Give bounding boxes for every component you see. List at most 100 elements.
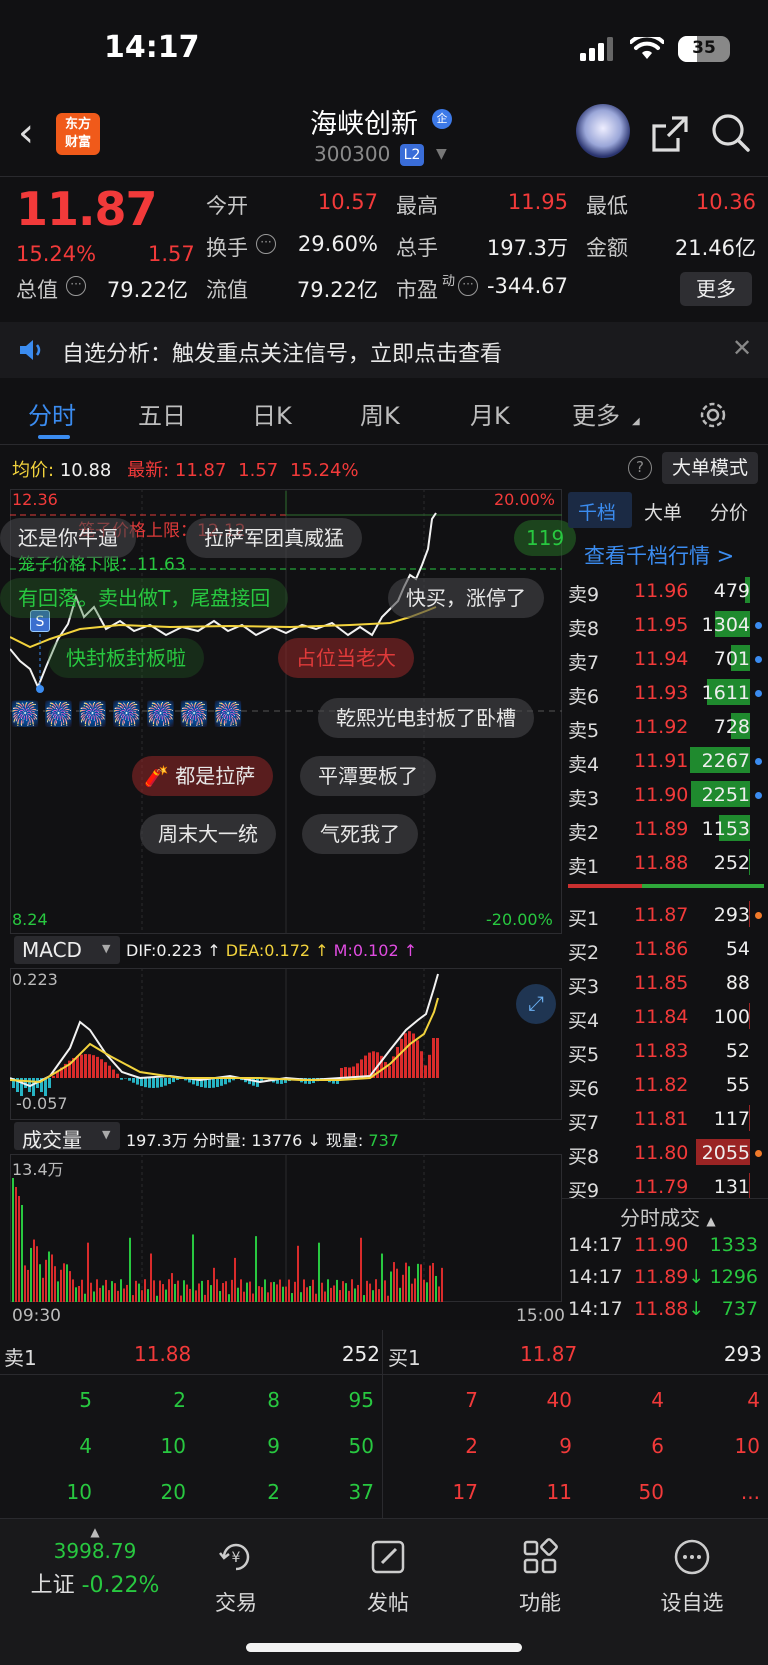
- bid-row[interactable]: 买5 11.83 52: [568, 1034, 764, 1068]
- bid-row[interactable]: 买2 11.86 54: [568, 932, 764, 966]
- gear-icon[interactable]: [696, 398, 730, 432]
- nav-label: 发帖: [367, 1591, 409, 1615]
- tab-five-day[interactable]: 五日: [138, 396, 186, 431]
- big-order-mode-button[interactable]: 大单模式: [662, 452, 758, 484]
- level-label: 卖3: [568, 788, 600, 810]
- danmaku-bubble[interactable]: 占位当老大: [278, 638, 414, 678]
- ask-row[interactable]: 卖6 11.93 1611: [568, 676, 764, 710]
- queue-buy-cell: 2: [465, 1434, 478, 1458]
- volume-bar: [129, 1237, 131, 1302]
- tab-daily-k[interactable]: 日K: [252, 396, 292, 431]
- robot-assistant-icon[interactable]: [576, 104, 630, 158]
- danmaku-bubble[interactable]: 气死我了: [302, 814, 418, 854]
- danmaku-bubble[interactable]: 🧨 都是拉萨: [132, 756, 274, 796]
- nav-functions[interactable]: 功能: [490, 1537, 590, 1617]
- level2-badge[interactable]: L2: [400, 144, 424, 166]
- ask-row[interactable]: 卖1 11.88 252: [568, 846, 764, 880]
- amount-value: 21.46亿: [674, 236, 756, 260]
- nav-label: 设自选: [660, 1591, 724, 1615]
- tab-depth[interactable]: 千档: [578, 498, 616, 525]
- bid-row[interactable]: 买8 11.80 2055: [568, 1136, 764, 1170]
- queue-sell-cell: 37: [348, 1480, 374, 1504]
- volume-max-value: 13.4万: [12, 1160, 64, 1179]
- level-volume: 54: [725, 938, 750, 960]
- ticks-title[interactable]: 分时成交 ▲: [620, 1202, 716, 1231]
- status-dot: [755, 656, 762, 663]
- ask-row[interactable]: 卖9 11.96 479: [568, 574, 764, 608]
- ask-row[interactable]: 卖5 11.92 728: [568, 710, 764, 744]
- queue-buy-vol: 293: [723, 1342, 762, 1366]
- danmaku-bubble[interactable]: 乾熙光电封板了卧槽: [318, 698, 534, 738]
- bid-row[interactable]: 买3 11.85 88: [568, 966, 764, 1000]
- bid-row[interactable]: 买4 11.84 100: [568, 1000, 764, 1034]
- dropdown-arrow-icon[interactable]: ▼: [436, 146, 447, 162]
- status-time: 14:17: [104, 30, 200, 65]
- level-volume: 117: [713, 1108, 750, 1130]
- app-logo[interactable]: 东方 财富: [56, 113, 100, 155]
- search-icon[interactable]: [710, 112, 752, 154]
- tab-price-dist[interactable]: 分价: [710, 498, 748, 525]
- tab-monthly-k[interactable]: 月K: [470, 396, 510, 431]
- macd-bar: [96, 1056, 99, 1078]
- notice-bar[interactable]: 自选分析：触发重点关注信号，立即点击查看 ✕: [0, 322, 768, 378]
- volume-bar: [252, 1293, 254, 1302]
- close-icon[interactable]: ✕: [732, 334, 752, 362]
- nav-post[interactable]: 发帖: [338, 1537, 438, 1617]
- high-label: 最高: [396, 194, 438, 218]
- more-button[interactable]: 更多: [680, 272, 752, 306]
- share-icon[interactable]: [650, 114, 690, 154]
- queue-sell-cell: 8: [267, 1388, 280, 1412]
- danmaku-bubble[interactable]: 有回落。卖出做T，尾盘接回: [0, 578, 289, 618]
- queue-sell-vol: 252: [341, 1342, 380, 1366]
- danmaku-bubble[interactable]: 平潭要板了: [300, 756, 436, 796]
- danmaku-bubble[interactable]: 还是你牛逼: [0, 518, 136, 558]
- index-ticker[interactable]: ▲ 3998.79 上证 -0.22%: [30, 1525, 160, 1599]
- danmaku-bubble[interactable]: 快封板封板啦: [48, 638, 204, 678]
- volume-bar: [306, 1287, 308, 1302]
- danmaku-bubble[interactable]: 拉萨军团真威猛: [186, 518, 362, 558]
- low-value: 10.36: [695, 190, 756, 214]
- help-icon[interactable]: ?: [628, 456, 652, 480]
- nav-add-watchlist[interactable]: 设自选: [642, 1537, 742, 1617]
- view-depth-link[interactable]: 查看千档行情 >: [584, 540, 734, 570]
- volume-bar: [177, 1280, 179, 1302]
- macd-selector[interactable]: MACD ▼: [14, 936, 120, 964]
- turnover-label: 换手: [206, 236, 248, 260]
- volume-bar: [324, 1291, 326, 1302]
- tab-weekly-k[interactable]: 周K: [360, 396, 400, 431]
- ask-row[interactable]: 卖4 11.91 2267: [568, 744, 764, 778]
- bid-row[interactable]: 买1 11.87 293: [568, 898, 764, 932]
- ask-row[interactable]: 卖3 11.90 2251: [568, 778, 764, 812]
- ask-row[interactable]: 卖7 11.94 701: [568, 642, 764, 676]
- info-icon[interactable]: ···: [66, 276, 86, 296]
- level-price: 11.89: [634, 818, 689, 840]
- macd-bar: [152, 1078, 155, 1088]
- level-label: 卖9: [568, 584, 600, 606]
- macd-dea: DEA:0.172: [225, 941, 311, 960]
- level-price: 11.79: [634, 1176, 689, 1198]
- tab-more[interactable]: 更多: [572, 396, 620, 431]
- info-icon[interactable]: ···: [458, 276, 478, 296]
- volume-bar: [411, 1283, 413, 1302]
- tab-intraday[interactable]: 分时: [28, 396, 76, 431]
- stock-name[interactable]: 海峡创新: [310, 102, 418, 141]
- pe-label: 市盈: [396, 278, 438, 302]
- ask-row[interactable]: 卖8 11.95 1304: [568, 608, 764, 642]
- bid-row[interactable]: 买7 11.81 117: [568, 1102, 764, 1136]
- back-icon[interactable]: ‹: [18, 110, 34, 156]
- expand-icon[interactable]: ⤢: [516, 984, 556, 1024]
- bid-row[interactable]: 买6 11.82 55: [568, 1068, 764, 1102]
- open-label: 今开: [206, 194, 248, 218]
- volume-bar: [93, 1291, 95, 1302]
- info-icon[interactable]: ···: [256, 234, 276, 254]
- macd-bottom-value: -0.057: [16, 1094, 68, 1113]
- ask-row[interactable]: 卖2 11.89 1153: [568, 812, 764, 846]
- volume-bar: [336, 1279, 338, 1302]
- nav-trade[interactable]: ¥ 交易: [186, 1537, 286, 1617]
- danmaku-bubble[interactable]: 周末大一统: [140, 814, 276, 854]
- volume-bar: [114, 1283, 116, 1302]
- tab-big-order[interactable]: 大单: [644, 498, 682, 525]
- danmaku-bubble[interactable]: 快买，涨停了: [388, 578, 544, 618]
- volume-selector[interactable]: 成交量 ▼: [14, 1122, 120, 1152]
- queue-sell-cell: 2: [173, 1388, 186, 1412]
